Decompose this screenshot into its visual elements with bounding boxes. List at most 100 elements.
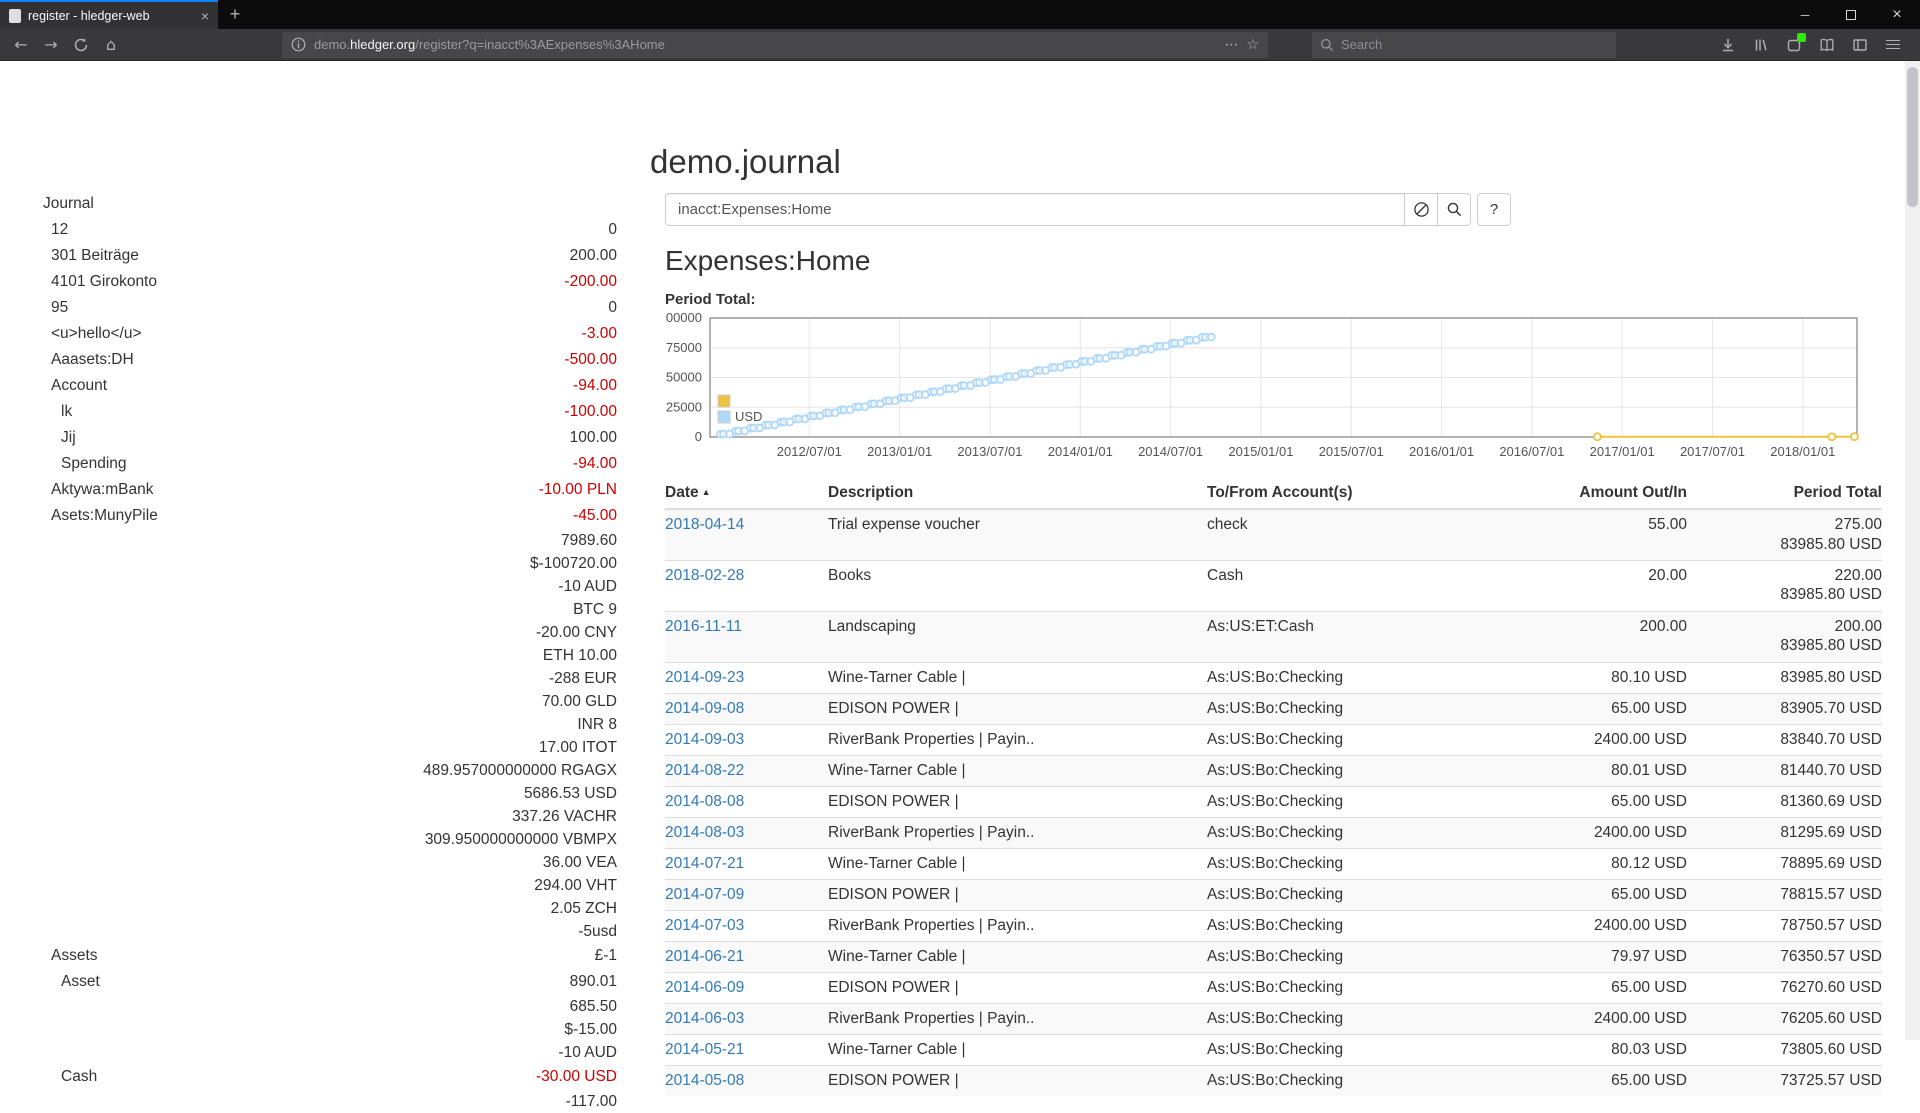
page-scrollbar[interactable] [1905,61,1920,1040]
register-date-link[interactable]: 2014-09-03 [665,731,744,748]
register-description: Wine-Tarner Cable | [828,941,1207,972]
scrollbar-thumb[interactable] [1907,67,1918,207]
register-date-link[interactable]: 2014-06-09 [665,979,744,996]
register-description: RiverBank Properties | Payin.. [828,1003,1207,1034]
account-link[interactable]: Assets [34,943,98,969]
tab-close-icon[interactable]: × [201,9,209,23]
register-date-link[interactable]: 2014-08-08 [665,793,744,810]
account-link[interactable]: lk [34,399,72,425]
account-link[interactable]: 4101 Girokonto [34,269,157,295]
url-bar[interactable]: demo.hledger.org/register?q=inacct%3AExp… [282,32,1268,58]
column-header-period-total[interactable]: Period Total [1687,481,1882,509]
account-link[interactable]: Asets:MunyPile [34,503,158,529]
page-actions-icon[interactable]: ⋯ [1224,37,1238,53]
search-submit-button[interactable] [1437,193,1471,226]
account-link[interactable]: <u>hello</u> [34,321,142,347]
register-date-link[interactable]: 2018-04-14 [665,516,744,533]
svg-text:50000: 50000 [666,370,702,385]
account-link[interactable]: Aktywa:mBank [34,477,154,503]
register-row: 2016-11-11LandscapingAs:US:ET:Cash200.00… [665,611,1882,662]
account-link[interactable]: Jij [34,425,76,451]
hamburger-icon [1886,37,1900,51]
account-balance: -20.00 CNY [536,621,617,644]
account-link[interactable]: Journal [34,191,94,217]
account-link[interactable]: 12 [34,217,68,243]
register-amount: 2400.00 USD [1517,817,1687,848]
register-date-link[interactable]: 2018-02-28 [665,567,744,584]
column-header-accounts[interactable]: To/From Account(s) [1207,481,1517,509]
register-date-link[interactable]: 2014-08-22 [665,762,744,779]
window-close-button[interactable]: × [1874,0,1920,29]
account-link[interactable]: Aaasets:DH [34,347,134,373]
window-maximize-button[interactable] [1828,0,1874,29]
account-link[interactable]: Spending [34,451,127,477]
url-text[interactable]: demo.hledger.org/register?q=inacct%3AExp… [314,37,1216,52]
account-link[interactable]: 95 [34,295,68,321]
balance-line: INR 8 [34,713,617,736]
menu-button[interactable] [1880,31,1906,59]
register-period-total: 76270.60 USD [1687,972,1882,1003]
register-row: 2014-07-03RiverBank Properties | Payin..… [665,910,1882,941]
clear-query-button[interactable] [1404,193,1438,226]
register-date-link[interactable]: 2014-09-08 [665,700,744,717]
svg-text:USD: USD [735,409,762,424]
account-link[interactable]: 301 Beiträge [34,243,139,269]
help-button[interactable]: ? [1477,193,1511,226]
site-info-icon[interactable] [291,37,306,52]
browser-tab[interactable]: register - hledger-web × [0,0,218,29]
sidebar-toggle-button[interactable] [1847,31,1873,59]
register-amount: 2400.00 USD [1517,1003,1687,1034]
bookmark-star-icon[interactable]: ☆ [1246,37,1259,53]
downloads-button[interactable] [1715,31,1741,59]
register-date-link[interactable]: 2014-05-08 [665,1072,744,1089]
account-row: 4101 Girokonto -200.00 [34,269,617,295]
register-date-link[interactable]: 2014-07-03 [665,917,744,934]
register-date-link[interactable]: 2014-08-03 [665,824,744,841]
query-input[interactable] [665,193,1405,226]
register-period-total: 83985.80 USD [1687,662,1882,693]
balance-line: 294.00 VHT [34,874,617,897]
register-accounts: check [1207,509,1517,560]
register-row: 2014-06-09EDISON POWER |As:US:Bo:Checkin… [665,972,1882,1003]
new-tab-button[interactable]: + [218,0,252,29]
reader-button[interactable] [1814,31,1840,59]
register-description: Wine-Tarner Cable | [828,662,1207,693]
register-amount: 79.97 USD [1517,941,1687,972]
column-header-amount[interactable]: Amount Out/In [1517,481,1687,509]
url-path: /register?q=inacct%3AExpenses%3AHome [415,37,665,52]
register-amount: 65.00 USD [1517,1065,1687,1096]
register-date-link[interactable]: 2014-07-21 [665,855,744,872]
register-row: 2014-08-08EDISON POWER |As:US:Bo:Checkin… [665,786,1882,817]
column-header-description[interactable]: Description [828,481,1207,509]
forward-button[interactable]: → [36,31,66,59]
account-link[interactable]: Cash [34,1064,97,1090]
window-minimize-button[interactable]: ─ [1782,0,1828,29]
reload-button[interactable] [66,31,96,59]
home-button[interactable]: ⌂ [96,31,126,59]
register-date-link[interactable]: 2014-06-03 [665,1010,744,1027]
register-date-link[interactable]: 2014-05-21 [665,1041,744,1058]
account-link [34,736,43,759]
register-date-link[interactable]: 2014-07-09 [665,886,744,903]
browser-search-box[interactable]: Search [1312,32,1616,58]
account-balance: 100.00 [570,425,617,451]
register-date-link[interactable]: 2014-09-23 [665,669,744,686]
account-balance: -200.00 [564,269,617,295]
register-row: 2014-08-22Wine-Tarner Cable |As:US:Bo:Ch… [665,755,1882,786]
account-link[interactable]: Asset [34,969,100,995]
register-date-link[interactable]: 2016-11-11 [665,618,742,635]
library-button[interactable] [1748,31,1774,59]
column-header-date[interactable]: Date▲ [665,481,828,509]
extension-button[interactable] [1781,31,1807,59]
svg-text:2017/01/01: 2017/01/01 [1590,444,1655,459]
period-chart[interactable]: 02500050000750001000002012/07/012013/01/… [665,313,1862,467]
register-date-link[interactable]: 2014-06-21 [665,948,744,965]
account-link[interactable]: Account [34,373,107,399]
svg-text:2017/07/01: 2017/07/01 [1680,444,1745,459]
account-balance: 489.957000000000 RGAGX [423,759,617,782]
register-period-total: 78815.57 USD [1687,879,1882,910]
back-button[interactable]: ← [6,31,36,59]
svg-text:2016/07/01: 2016/07/01 [1499,444,1564,459]
register-description: Wine-Tarner Cable | [828,848,1207,879]
register-amount: 65.00 USD [1517,972,1687,1003]
